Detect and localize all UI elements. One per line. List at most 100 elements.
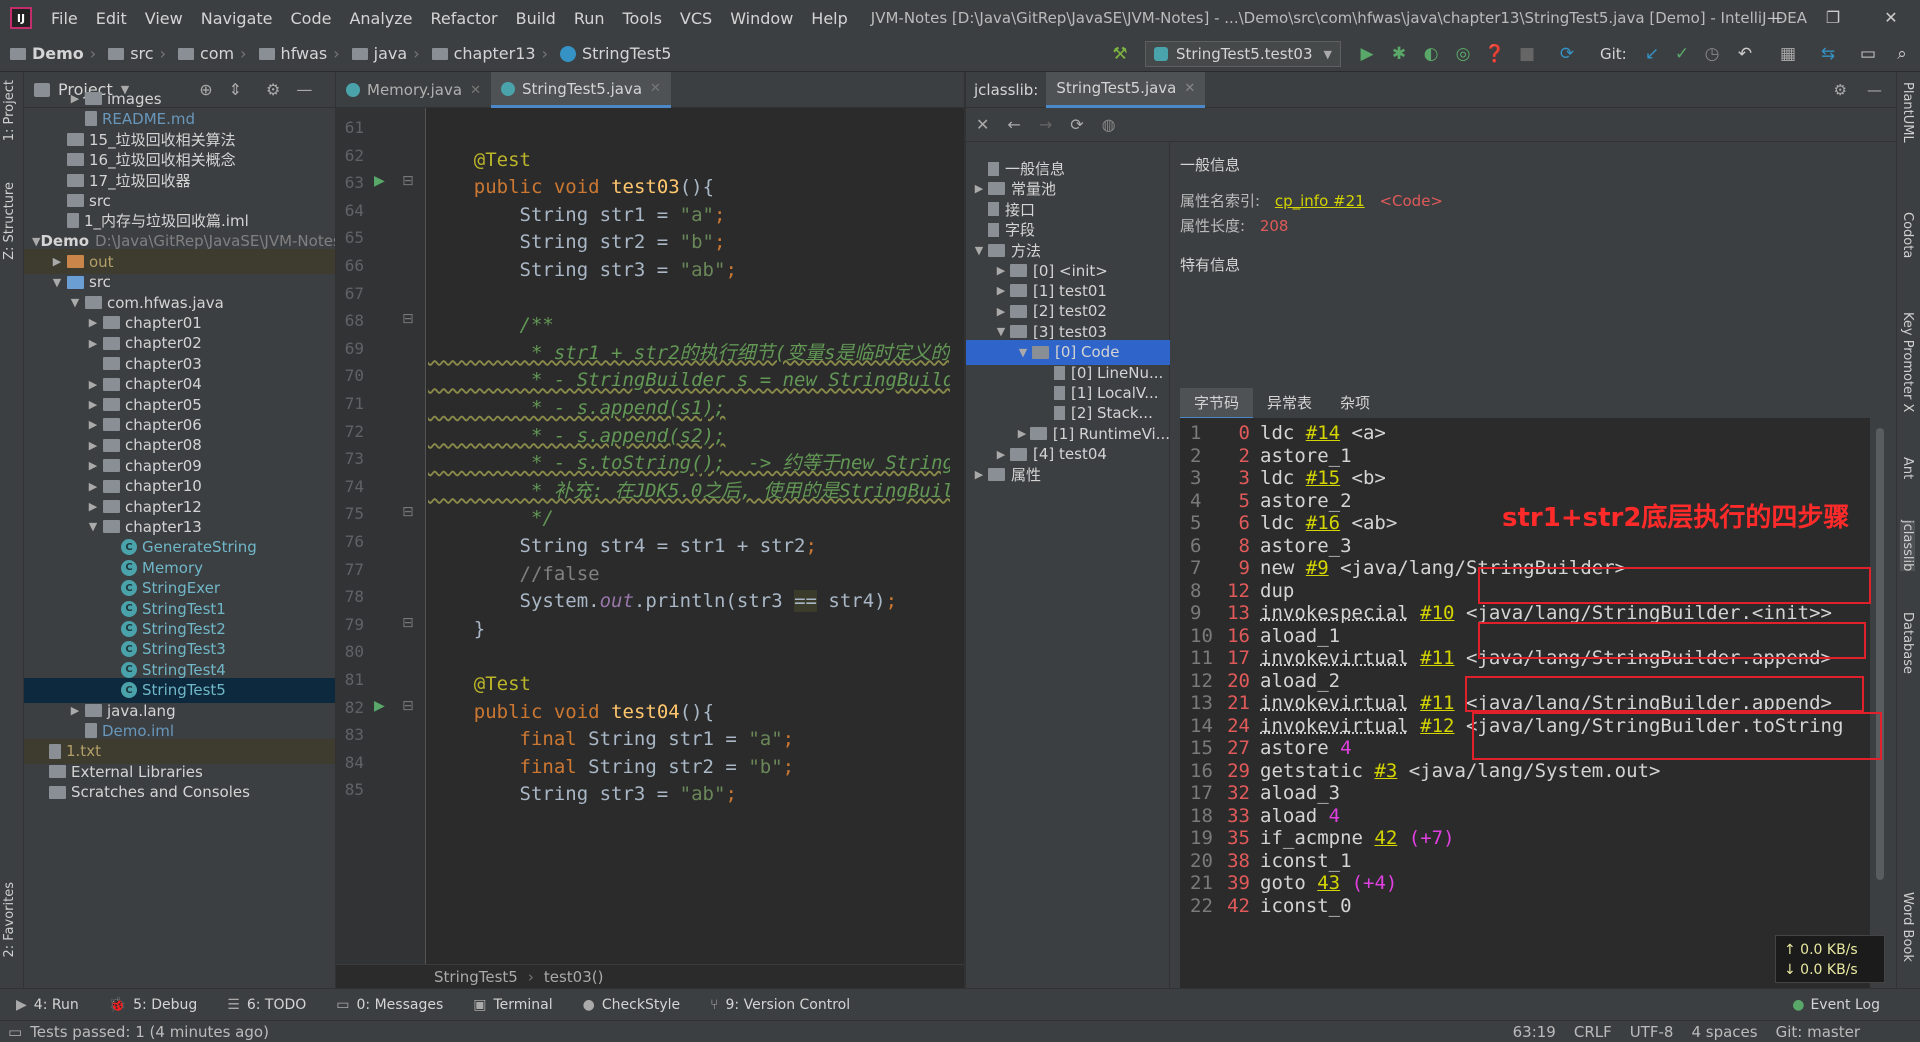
breadcrumb-item[interactable]: Demo ›	[0, 44, 98, 63]
bytecode-tab[interactable]: 杂项	[1326, 388, 1384, 420]
chevron-down-icon[interactable]: ▼	[68, 296, 82, 309]
event-log-button[interactable]: ● Event Log	[1792, 997, 1880, 1013]
bottom-tool-button[interactable]: 🐞 5: Debug	[109, 997, 198, 1013]
menu-item-view[interactable]: View	[136, 9, 192, 28]
rollback-icon[interactable]: ↶	[1733, 42, 1757, 66]
chevron-right-icon[interactable]: ▶	[1016, 427, 1028, 440]
run-test-gutter-icon[interactable]: ▶	[374, 698, 385, 714]
menu-item-code[interactable]: Code	[282, 9, 341, 28]
word-book-tool-tab[interactable]: Word Book	[1900, 892, 1915, 962]
menu-item-file[interactable]: File	[42, 9, 87, 28]
breadcrumb-item[interactable]: java ›	[342, 44, 422, 63]
status-message[interactable]: Tests passed: 1 (4 minutes ago)	[30, 1023, 269, 1041]
breadcrumb-item[interactable]: src ›	[98, 44, 168, 63]
bytecode-ref-link[interactable]: 43	[1317, 872, 1340, 894]
menu-item-window[interactable]: Window	[721, 9, 802, 28]
refresh-icon[interactable]: ⟳	[1070, 115, 1083, 134]
chevron-down-icon[interactable]: ▼	[994, 325, 1008, 338]
search-icon[interactable]: ⌕	[1890, 42, 1914, 66]
bytecode-ref-link[interactable]: #9	[1306, 557, 1329, 579]
chevron-right-icon[interactable]: ▶	[86, 316, 100, 329]
key-promoter-tool-tab[interactable]: Key Promoter X	[1900, 312, 1915, 412]
chevron-right-icon[interactable]: ▶	[972, 468, 986, 481]
git-commit-icon[interactable]: ✓	[1670, 42, 1694, 66]
bytecode-ref-link[interactable]: #16	[1306, 512, 1340, 534]
class-tree-item[interactable]: ▶ 属性	[966, 462, 1170, 487]
bottom-tool-button[interactable]: ⑂ 9: Version Control	[710, 997, 850, 1013]
chevron-right-icon[interactable]: ▶	[68, 92, 82, 105]
chevron-down-icon[interactable]: ▼	[50, 276, 64, 289]
stop-icon[interactable]: ■	[1515, 42, 1539, 66]
jclasslib-tool-tab[interactable]: jclasslib	[1900, 520, 1915, 572]
code-area[interactable]: @Test public void test03(){ String str1 …	[428, 108, 950, 964]
menu-item-tools[interactable]: Tools	[614, 9, 671, 28]
close-window-button[interactable]: ✕	[1862, 0, 1920, 36]
editor-tab[interactable]: Memory.java ✕	[336, 72, 491, 108]
minimize-button[interactable]: —	[1746, 0, 1804, 36]
ant-tool-tab[interactable]: Ant	[1900, 457, 1915, 479]
chevron-right-icon[interactable]: ▶	[86, 418, 100, 431]
attr-name-link[interactable]: cp_info #21	[1275, 192, 1365, 210]
close-tab-icon[interactable]: ✕	[470, 83, 481, 98]
chevron-right-icon[interactable]: ▶	[86, 500, 100, 513]
bytecode-tab[interactable]: 字节码	[1180, 388, 1254, 420]
database-tool-tab[interactable]: Database	[1900, 612, 1915, 674]
menu-item-navigate[interactable]: Navigate	[192, 9, 282, 28]
bottom-tool-button[interactable]: ☰ 6: TODO	[227, 997, 306, 1013]
menu-item-vcs[interactable]: VCS	[671, 9, 721, 28]
chevron-right-icon[interactable]: ▶	[994, 448, 1008, 461]
hide-panel-icon[interactable]: —	[1867, 81, 1882, 99]
bottom-tool-button[interactable]: ▶ 4: Run	[16, 997, 79, 1013]
breadcrumb-item[interactable]: chapter13 ›	[422, 44, 550, 63]
back-icon[interactable]: ←	[1007, 115, 1020, 134]
plantuml-tool-tab[interactable]: PlantUML	[1900, 82, 1915, 143]
fold-icon[interactable]: ⊟	[402, 173, 414, 189]
profile-icon[interactable]: ◎	[1451, 42, 1475, 66]
chevron-down-icon[interactable]: ▼	[972, 244, 986, 257]
run-configuration-select[interactable]: StringTest5.test03 ▼	[1145, 41, 1341, 67]
close-tab-icon[interactable]: ✕	[650, 81, 661, 96]
chevron-right-icon[interactable]: ▶	[972, 182, 986, 195]
chevron-down-icon[interactable]: ▼	[1016, 346, 1030, 359]
menu-item-build[interactable]: Build	[507, 9, 565, 28]
bytecode-ref-link[interactable]: 42	[1374, 827, 1397, 849]
build-hammer-icon[interactable]: ⚒	[1108, 42, 1132, 66]
bottom-tool-button[interactable]: ● CheckStyle	[583, 997, 680, 1013]
indent-setting[interactable]: 4 spaces	[1691, 1023, 1757, 1041]
bytecode-ref-link[interactable]: #15	[1306, 467, 1340, 489]
caret-position[interactable]: 63:19	[1513, 1023, 1556, 1041]
chevron-right-icon[interactable]: ▶	[86, 439, 100, 452]
bottom-tool-button[interactable]: ▭ 0: Messages	[336, 997, 443, 1013]
translate-icon[interactable]: ⇆	[1816, 42, 1840, 66]
file-encoding[interactable]: UTF-8	[1630, 1023, 1674, 1041]
breadcrumb-item[interactable]: hfwas ›	[249, 44, 342, 63]
close-icon[interactable]: ✕	[976, 115, 989, 134]
chevron-right-icon[interactable]: ▶	[994, 284, 1008, 297]
chevron-right-icon[interactable]: ▶	[50, 255, 64, 268]
bytecode-ref-link[interactable]: #3	[1374, 760, 1397, 782]
project-tool-tab[interactable]: 1: Project	[2, 80, 17, 141]
menu-item-run[interactable]: Run	[565, 9, 614, 28]
run-icon[interactable]: ▶	[1355, 42, 1379, 66]
chevron-right-icon[interactable]: ▶	[86, 398, 100, 411]
menu-item-analyze[interactable]: Analyze	[340, 9, 421, 28]
jclasslib-tab[interactable]: StringTest5.java ✕	[1046, 71, 1206, 108]
menu-item-help[interactable]: Help	[802, 9, 856, 28]
web-icon[interactable]: ◍	[1102, 115, 1116, 134]
project-structure-icon[interactable]: ▦	[1776, 42, 1800, 66]
close-tab-icon[interactable]: ✕	[1184, 81, 1195, 96]
bytecode-ref-link[interactable]: #10	[1420, 602, 1454, 624]
forward-icon[interactable]: →	[1039, 115, 1052, 134]
favorites-tool-tab[interactable]: 2: Favorites	[2, 882, 17, 958]
git-update-icon[interactable]: ↙	[1640, 42, 1664, 66]
bytecode-ref-link[interactable]: #11	[1420, 692, 1454, 714]
search-everywhere-icon[interactable]: ⟳	[1555, 42, 1579, 66]
chevron-right-icon[interactable]: ▶	[86, 378, 100, 391]
chevron-right-icon[interactable]: ▶	[68, 704, 82, 717]
layout-icon[interactable]: ▭	[1856, 42, 1880, 66]
debug-icon[interactable]: ✱	[1387, 42, 1411, 66]
project-tree-item[interactable]: Scratches and Consoles	[24, 780, 335, 805]
fold-icon[interactable]: ⊟	[402, 504, 414, 520]
coverage-icon[interactable]: ◐	[1419, 42, 1443, 66]
bottom-tool-button[interactable]: ▣ Terminal	[473, 997, 552, 1013]
